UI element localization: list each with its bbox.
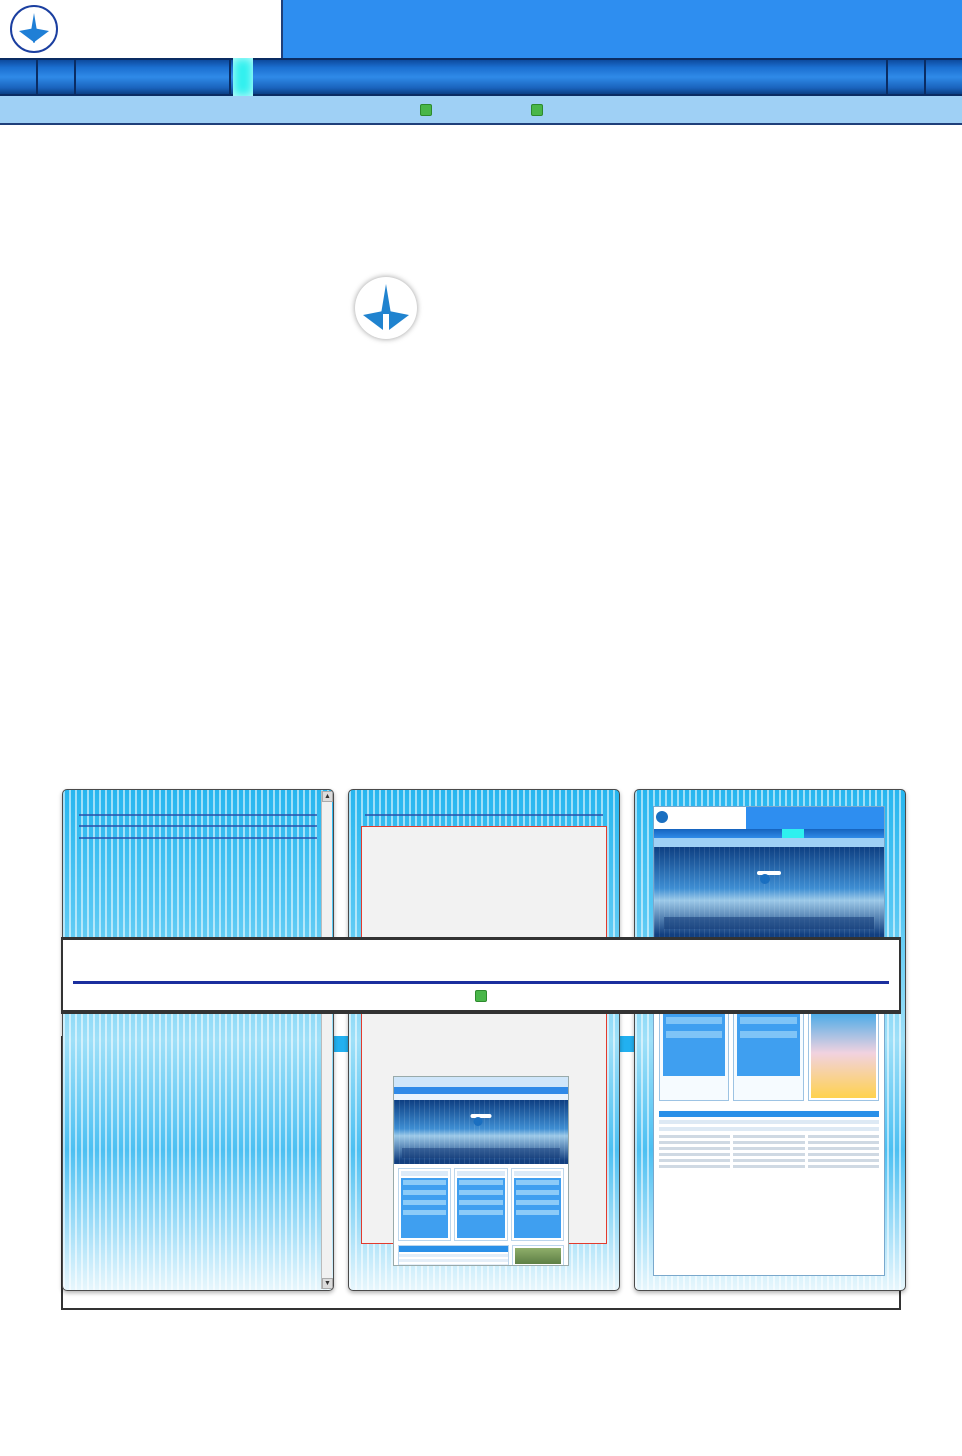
anytime-tower-logo-icon (6, 2, 60, 56)
divider (79, 814, 317, 816)
panel-b-title (349, 790, 619, 806)
editech-logo-icon (656, 811, 668, 823)
nav-item-b[interactable] (433, 58, 453, 96)
nav-button-o[interactable] (38, 60, 76, 94)
nav-spacer-left (76, 60, 231, 94)
nav-item-list (231, 58, 453, 96)
hero-logo-block (355, 273, 625, 343)
thumb-hero (654, 847, 884, 939)
nav-item-articles[interactable] (273, 58, 293, 96)
nav-button-3[interactable] (886, 60, 924, 94)
editech-preview-image[interactable] (393, 1076, 569, 1266)
anytime-tower-logo-icon (355, 277, 417, 339)
panel-row: ▲ ▼ (0, 427, 962, 1291)
divider (79, 825, 317, 827)
chevron-up-icon[interactable]: ▲ (322, 791, 333, 802)
thumb-bottom (654, 1107, 884, 1175)
nav-spacer-right (453, 60, 886, 94)
checkbox-green-left[interactable] (475, 990, 487, 1002)
nav-item-known-unknown[interactable] (333, 58, 353, 96)
panel-a-scrollbar[interactable]: ▲ ▼ (321, 791, 333, 1289)
checkbox-green-right[interactable] (530, 103, 543, 116)
panel-site-preview (634, 789, 906, 1291)
nav-button-4[interactable] (924, 60, 962, 94)
chevron-down-icon[interactable]: ▼ (322, 1278, 333, 1289)
preview-header (394, 1077, 568, 1087)
home-secondary-navigation (63, 984, 899, 1012)
thumb-hero-band (664, 917, 874, 929)
thumb-banner (746, 807, 884, 829)
nav-item-member[interactable] (293, 58, 313, 96)
nav-button-e[interactable] (0, 60, 38, 94)
nav-item-home[interactable] (233, 58, 253, 96)
home-section-card (61, 937, 901, 1014)
preview-nav (394, 1087, 568, 1094)
nav-item-gallery[interactable] (353, 58, 373, 96)
thumb-nav (654, 829, 884, 838)
preview-lower (394, 1245, 568, 1265)
panel-a-title (63, 790, 333, 806)
brand-block[interactable] (0, 0, 283, 58)
panel-list-of-anytime-sites-accordion: ▲ ▼ (62, 789, 334, 1291)
divider (79, 837, 317, 839)
divider (365, 814, 603, 816)
preview-hero (394, 1100, 568, 1164)
nav-item-disclaimer[interactable] (373, 58, 393, 96)
nav-item-sitemap[interactable] (313, 58, 333, 96)
main-navigation (0, 58, 962, 96)
site-header (0, 0, 962, 58)
thumb-subnav (654, 838, 884, 847)
editech-logo-icon (473, 1117, 483, 1126)
preview-columns (394, 1164, 568, 1245)
editech-site-thumbnail[interactable] (653, 806, 885, 1276)
nav-item-contact[interactable] (393, 58, 413, 96)
nav-item-all-other[interactable] (413, 58, 433, 96)
secondary-navigation (0, 96, 962, 125)
checkbox-green-left[interactable] (419, 103, 432, 116)
header-slogan-block (283, 0, 962, 58)
nav-item-sites[interactable] (253, 58, 273, 96)
hero-banner (0, 125, 962, 427)
thumb-logo (654, 807, 746, 829)
